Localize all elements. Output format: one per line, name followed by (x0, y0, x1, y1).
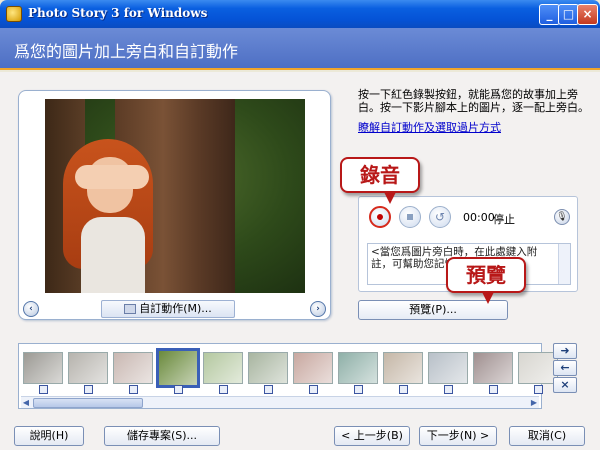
previous-picture-button[interactable]: ‹ (23, 301, 39, 317)
custom-motion-label: 自訂動作(M)... (139, 302, 212, 315)
filmstrip-thumbnail[interactable] (428, 352, 468, 384)
record-callout: 錄音 (340, 157, 420, 193)
photo-preview (45, 99, 305, 293)
maximize-button[interactable]: □ (558, 4, 579, 25)
scroll-right-icon[interactable]: ▶ (529, 398, 539, 408)
record-button[interactable] (369, 206, 391, 228)
custom-motion-icon[interactable] (309, 385, 318, 394)
photo-dress (81, 217, 145, 293)
filmstrip-thumbnail[interactable] (23, 352, 63, 384)
move-right-button[interactable]: ➜ (553, 343, 577, 359)
filmstrip-thumbnail[interactable] (338, 352, 378, 384)
filmstrip-thumbnail[interactable] (473, 352, 513, 384)
custom-motion-icon[interactable] (534, 385, 543, 394)
photo-preview-panel: ‹ 自訂動作(M)... › (18, 90, 331, 320)
microphone-icon[interactable]: 🎙 (554, 209, 570, 225)
custom-motion-icon[interactable] (399, 385, 408, 394)
filmstrip-thumbnail[interactable] (156, 348, 200, 388)
next-picture-button[interactable]: › (310, 301, 326, 317)
filmstrip-thumbnail[interactable] (293, 352, 333, 384)
remove-picture-button[interactable]: × (553, 377, 577, 393)
filmstrip-thumbnail[interactable] (248, 352, 288, 384)
back-button[interactable]: < 上一步(B) (334, 426, 410, 446)
recording-time: 00:00 (463, 211, 495, 224)
recording-status: 停止 (493, 213, 515, 226)
next-button[interactable]: 下一步(N) > (419, 426, 497, 446)
scrollbar-thumb[interactable] (33, 398, 143, 408)
app-icon (6, 6, 22, 22)
filmstrip-thumbnail[interactable] (203, 352, 243, 384)
filmstrip-thumbnail[interactable] (113, 352, 153, 384)
custom-motion-icon[interactable] (84, 385, 93, 394)
filmstrip-thumbnail[interactable] (68, 352, 108, 384)
page-title: 爲您的圖片加上旁白和自訂動作 (14, 42, 239, 61)
filmstrip-thumbnail[interactable] (383, 352, 423, 384)
record-callout-pointer (384, 192, 396, 204)
custom-motion-icon[interactable] (489, 385, 498, 394)
notes-scrollbar[interactable] (558, 244, 570, 284)
preview-callout-pointer (482, 292, 494, 304)
custom-motion-icon[interactable] (264, 385, 273, 394)
custom-motion-icon[interactable] (39, 385, 48, 394)
custom-motion-icon[interactable] (444, 385, 453, 394)
custom-motion-icon[interactable] (219, 385, 228, 394)
filmstrip-thumbnail[interactable] (518, 352, 558, 384)
preview-callout: 預覽 (446, 257, 526, 293)
motion-icon (124, 304, 137, 314)
help-button[interactable]: 說明(H) (14, 426, 84, 446)
filmstrip: ◀ ▶ (18, 343, 558, 409)
minimize-button[interactable]: _ (539, 4, 560, 25)
stop-button[interactable] (399, 206, 421, 228)
save-project-button[interactable]: 儲存專案(S)... (104, 426, 220, 446)
filmstrip-scrollbar[interactable]: ◀ ▶ (21, 396, 539, 408)
undo-icon[interactable]: ↺ (429, 206, 451, 228)
scroll-left-icon[interactable]: ◀ (21, 398, 31, 408)
photo-hands (75, 165, 149, 189)
move-left-button[interactable]: ← (553, 360, 577, 376)
custom-motion-icon[interactable] (129, 385, 138, 394)
page-header: 爲您的圖片加上旁白和自訂動作 (0, 28, 600, 70)
window-title: Photo Story 3 for Windows (28, 6, 208, 20)
custom-motion-icon[interactable] (354, 385, 363, 394)
cancel-button[interactable]: 取消(C) (509, 426, 585, 446)
learn-more-link[interactable]: 瞭解自訂動作及選取過片方式 (358, 119, 501, 135)
custom-motion-button[interactable]: 自訂動作(M)... (101, 300, 235, 318)
close-button[interactable]: × (577, 4, 598, 25)
instructions-text: 按一下紅色錄製按鈕，就能爲您的故事加上旁白。按一下影片腳本上的圖片，逐一配上旁白… (358, 88, 589, 114)
title-bar: Photo Story 3 for Windows _ □ × (0, 0, 600, 28)
custom-motion-icon[interactable] (174, 385, 183, 394)
